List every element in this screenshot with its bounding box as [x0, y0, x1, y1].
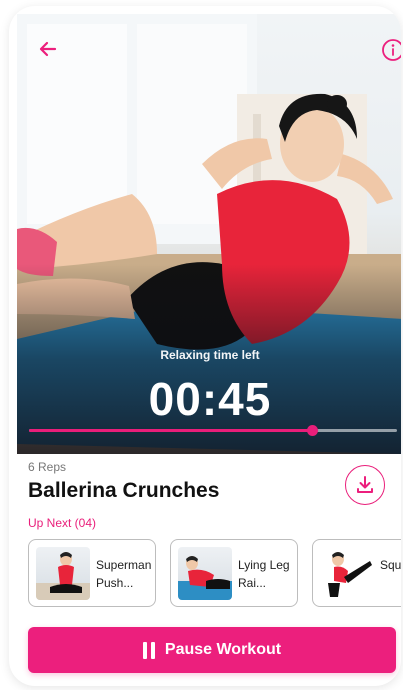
up-next-item-name: Superman Push... — [96, 558, 152, 590]
exercise-video[interactable]: Relaxing time left 00:45 — [17, 14, 401, 454]
exercise-title: Ballerina Crunches — [28, 479, 220, 502]
up-next-item-lying-leg-raise[interactable]: Lying Leg Rai... — [170, 539, 298, 607]
up-next-list: Superman Push... Lying Leg Rai... Squ — [28, 539, 401, 609]
download-icon — [357, 476, 373, 493]
up-next-item-name: Squat Kick — [380, 558, 401, 572]
download-button[interactable] — [345, 465, 385, 505]
up-next-label: Up Next (04) — [28, 516, 97, 530]
up-next-item-name: Lying Leg Rai... — [238, 558, 290, 590]
relax-time-label: Relaxing time left — [160, 348, 260, 362]
info-icon — [382, 39, 401, 61]
back-button[interactable] — [35, 36, 61, 62]
pause-workout-button[interactable]: Pause Workout — [28, 627, 396, 673]
up-next-item-squat-kick[interactable]: Squat Kick — [312, 539, 401, 607]
progress-fill — [29, 429, 313, 432]
exercise-thumbnail — [178, 547, 232, 600]
workout-progress-bar[interactable] — [29, 425, 397, 436]
info-button[interactable] — [381, 38, 401, 64]
up-next-item-superman-push[interactable]: Superman Push... — [28, 539, 156, 607]
exercise-thumbnail — [36, 547, 90, 600]
exercise-thumbnail — [320, 547, 374, 600]
reps-count: 6 Reps — [28, 460, 67, 474]
workout-screen: Relaxing time left 00:45 6 Reps Ballerin… — [9, 6, 401, 686]
countdown-timer: 00:45 — [148, 373, 272, 425]
arrow-left-icon — [39, 41, 57, 57]
pause-workout-label: Pause Workout — [164, 641, 282, 658]
pause-icon — [142, 641, 155, 659]
